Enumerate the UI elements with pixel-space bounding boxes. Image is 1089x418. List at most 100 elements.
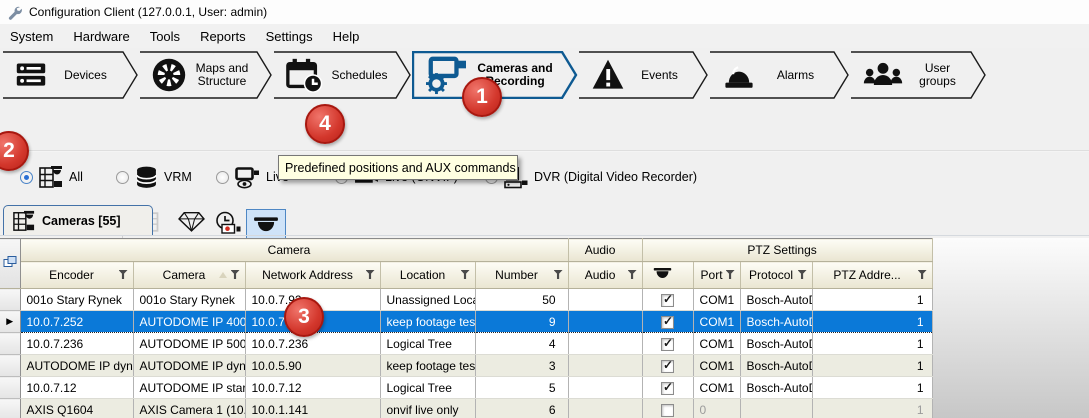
cell-ptz-enabled[interactable]: [642, 377, 693, 399]
column-header-encoder[interactable]: Encoder: [20, 262, 133, 289]
menu-item-reports[interactable]: Reports: [190, 29, 256, 44]
filter-icon[interactable]: [554, 270, 563, 279]
cell-network-address[interactable]: 10.0.7.12: [245, 377, 380, 399]
table-row-selected[interactable]: ▶ 10.0.7.252 AUTODOME IP 4000i 10.0.7.25…: [0, 311, 932, 333]
nav-tab-devices[interactable]: Devices: [2, 51, 139, 99]
cell-protocol[interactable]: Bosch-AutoDo: [740, 311, 812, 333]
cell-network-address[interactable]: 10.0.5.90: [245, 355, 380, 377]
cell-ptz-enabled[interactable]: [642, 311, 693, 333]
column-header-ptz-enabled[interactable]: [642, 262, 693, 289]
cell-number[interactable]: 5: [475, 377, 568, 399]
cell-audio[interactable]: [568, 333, 642, 355]
ptz-checkbox[interactable]: [661, 360, 674, 373]
cell-camera[interactable]: AUTODOME IP starli: [133, 377, 245, 399]
cell-location[interactable]: Logical Tree: [380, 333, 475, 355]
nav-tab-maps-structure[interactable]: Maps and Structure: [139, 51, 273, 99]
column-header-ptz-address[interactable]: PTZ Addre...: [812, 262, 932, 289]
column-header-number[interactable]: Number: [475, 262, 568, 289]
cell-ptz-enabled[interactable]: [642, 399, 693, 418]
table-row[interactable]: 001o Stary Rynek 001o Stary Rynek 10.0.7…: [0, 289, 932, 311]
column-header-port[interactable]: Port: [693, 262, 740, 289]
row-selector[interactable]: [0, 355, 20, 377]
filter-icon[interactable]: [798, 270, 807, 279]
menu-item-system[interactable]: System: [0, 29, 63, 44]
grid-corner-cell[interactable]: [0, 239, 20, 289]
cell-audio[interactable]: [568, 399, 642, 418]
diamond-button[interactable]: [178, 211, 205, 237]
menu-item-tools[interactable]: Tools: [140, 29, 190, 44]
row-selector[interactable]: [0, 289, 20, 311]
cell-ptz-enabled[interactable]: [642, 333, 693, 355]
menu-item-settings[interactable]: Settings: [256, 29, 323, 44]
cell-camera[interactable]: AXIS Camera 1 (10.0.: [133, 399, 245, 418]
filter-icon[interactable]: [366, 270, 375, 279]
column-header-camera[interactable]: Camera: [133, 262, 245, 289]
cell-protocol[interactable]: Bosch-AutoDo: [740, 355, 812, 377]
ptz-checkbox[interactable]: [661, 382, 674, 395]
table-row[interactable]: 10.0.7.12 AUTODOME IP starli 10.0.7.12 L…: [0, 377, 932, 399]
filter-icon[interactable]: [628, 270, 637, 279]
tab-cameras[interactable]: Cameras [55]: [3, 205, 153, 235]
cell-audio[interactable]: [568, 311, 642, 333]
filter-option-vrm[interactable]: VRM: [116, 160, 192, 194]
nav-tab-user-groups[interactable]: User groups: [850, 51, 987, 99]
ptz-checkbox[interactable]: [661, 404, 674, 417]
ptz-checkbox[interactable]: [661, 316, 674, 329]
cell-number[interactable]: 6: [475, 399, 568, 418]
cell-number[interactable]: 9: [475, 311, 568, 333]
cell-encoder[interactable]: AXIS Q1604: [20, 399, 133, 418]
cell-location[interactable]: Logical Tree: [380, 377, 475, 399]
filter-icon[interactable]: [461, 270, 470, 279]
nav-tab-alarms[interactable]: Alarms: [709, 51, 850, 99]
cell-protocol[interactable]: [740, 399, 812, 418]
cell-number[interactable]: 3: [475, 355, 568, 377]
menu-item-hardware[interactable]: Hardware: [63, 29, 139, 44]
ptz-checkbox[interactable]: [661, 294, 674, 307]
cell-port[interactable]: COM1: [693, 311, 740, 333]
filter-icon[interactable]: [119, 270, 128, 279]
cell-port[interactable]: 0: [693, 399, 740, 418]
cell-encoder[interactable]: 10.0.7.252: [20, 311, 133, 333]
cell-camera[interactable]: AUTODOME IP 4000i: [133, 311, 245, 333]
cell-camera[interactable]: AUTODOME IP 5000i: [133, 333, 245, 355]
column-header-network-address[interactable]: Network Address: [245, 262, 380, 289]
cell-protocol[interactable]: Bosch-AutoDo: [740, 289, 812, 311]
cell-ptz-address[interactable]: 1: [812, 355, 932, 377]
cell-camera[interactable]: AUTODOME IP dyna: [133, 355, 245, 377]
cell-port[interactable]: COM1: [693, 355, 740, 377]
ptz-checkbox[interactable]: [661, 338, 674, 351]
table-row[interactable]: AXIS Q1604 AXIS Camera 1 (10.0. 10.0.1.1…: [0, 399, 932, 418]
nav-tab-schedules[interactable]: Schedules: [273, 51, 412, 99]
column-header-audio[interactable]: Audio: [568, 262, 642, 289]
row-selector[interactable]: [0, 399, 20, 418]
filter-icon[interactable]: [726, 270, 735, 279]
cell-ptz-address[interactable]: 1: [812, 377, 932, 399]
cell-audio[interactable]: [568, 289, 642, 311]
radio-all[interactable]: [20, 171, 33, 184]
cell-protocol[interactable]: Bosch-AutoDo: [740, 377, 812, 399]
cell-port[interactable]: COM1: [693, 377, 740, 399]
cell-port[interactable]: COM1: [693, 289, 740, 311]
column-header-location[interactable]: Location: [380, 262, 475, 289]
cell-encoder[interactable]: 001o Stary Rynek: [20, 289, 133, 311]
menu-item-help[interactable]: Help: [323, 29, 370, 44]
column-header-protocol[interactable]: Protocol: [740, 262, 812, 289]
row-selector[interactable]: ▶: [0, 311, 20, 333]
cell-network-address[interactable]: 10.0.1.141: [245, 399, 380, 418]
row-selector[interactable]: [0, 377, 20, 399]
cell-ptz-address[interactable]: 1: [812, 289, 932, 311]
filter-icon[interactable]: [918, 270, 927, 279]
cell-ptz-enabled[interactable]: [642, 289, 693, 311]
radio-vrm[interactable]: [116, 171, 129, 184]
cell-encoder[interactable]: 10.0.7.236: [20, 333, 133, 355]
cell-encoder[interactable]: AUTODOME IP dyna: [20, 355, 133, 377]
cell-location[interactable]: Unassigned Location: [380, 289, 475, 311]
cell-port[interactable]: COM1: [693, 333, 740, 355]
cell-location[interactable]: onvif live only: [380, 399, 475, 418]
cell-protocol[interactable]: Bosch-AutoDo: [740, 333, 812, 355]
cell-audio[interactable]: [568, 377, 642, 399]
cell-network-address[interactable]: 10.0.7.236: [245, 333, 380, 355]
cell-encoder[interactable]: 10.0.7.12: [20, 377, 133, 399]
cell-ptz-enabled[interactable]: [642, 355, 693, 377]
radio-live[interactable]: [216, 171, 229, 184]
